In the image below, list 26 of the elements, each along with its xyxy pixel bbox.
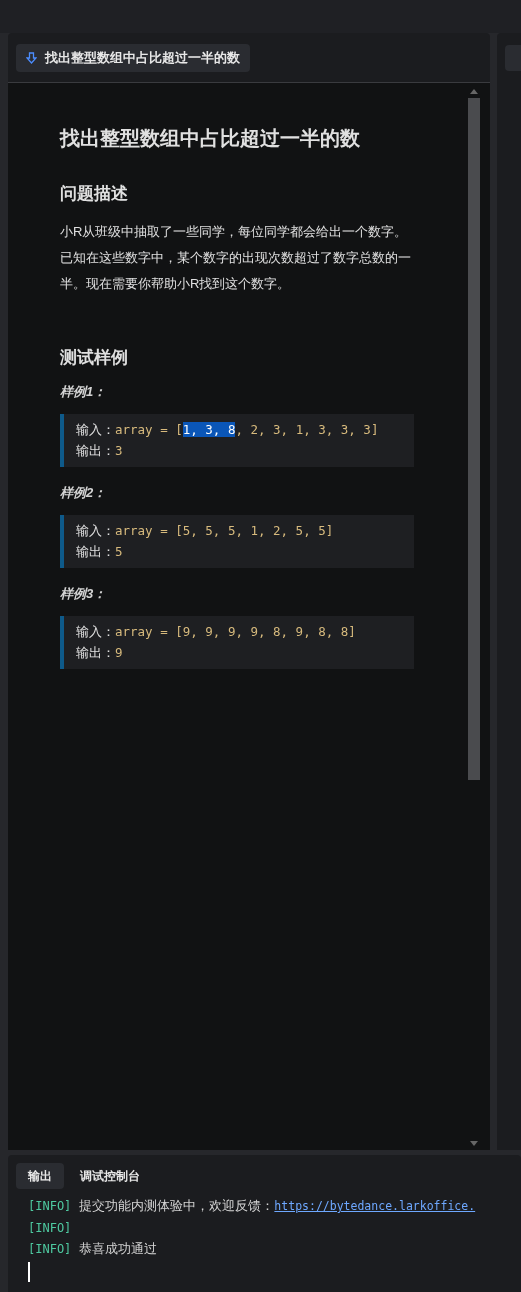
- log-tag: [INFO]: [28, 1218, 72, 1237]
- section-heading: 问题描述: [60, 183, 129, 205]
- text-cursor: [28, 1261, 30, 1282]
- section-heading: 测试样例: [60, 346, 129, 369]
- console-tab[interactable]: 输出: [16, 1163, 64, 1189]
- panel-tab[interactable]: 找出整型数组中占比超过一半的数: [16, 43, 250, 72]
- description-paragraph: 小R从班级中抽取了一些同学，每位同学都会给出一个数字。已知在这些数字中，某个数字的出现次数超过了数字总数的一半。现在需要你帮助小R找到这个数字。: [60, 222, 412, 293]
- code-line: 输入：array = [9, 9, 9, 9, 8, 9, 8, 8]: [76, 622, 356, 641]
- code-line: 输出：3: [76, 442, 123, 461]
- feedback-link[interactable]: https://bytedance.larkoffice.: [274, 1198, 476, 1216]
- log-tag: [INFO]: [28, 1197, 72, 1215]
- scroll-down-icon: [470, 1141, 478, 1146]
- code-line: 输入：array = [1, 3, 8, 2, 3, 1, 3, 3, 3]: [76, 420, 379, 439]
- log-message: 恭喜成功通过: [79, 1240, 158, 1258]
- code-line: 输入：array = [5, 5, 5, 1, 2, 5, 5]: [76, 521, 334, 540]
- example-label: 样例3：: [60, 585, 107, 603]
- arrow-down-icon: [26, 51, 37, 64]
- log-message: 提交功能内测体验中，欢迎反馈：: [79, 1198, 275, 1215]
- scroll-up-icon: [470, 89, 478, 94]
- log-tag: [INFO]: [28, 1239, 72, 1258]
- document-title: 找出整型数组中占比超过一半的数: [60, 126, 361, 151]
- code-line: 输出：9: [76, 644, 123, 663]
- example-label: 样例1：: [60, 383, 107, 401]
- code-line: 输出：5: [76, 543, 123, 562]
- console-tab[interactable]: 调试控制台: [68, 1163, 152, 1189]
- example-label: 样例2：: [60, 484, 107, 502]
